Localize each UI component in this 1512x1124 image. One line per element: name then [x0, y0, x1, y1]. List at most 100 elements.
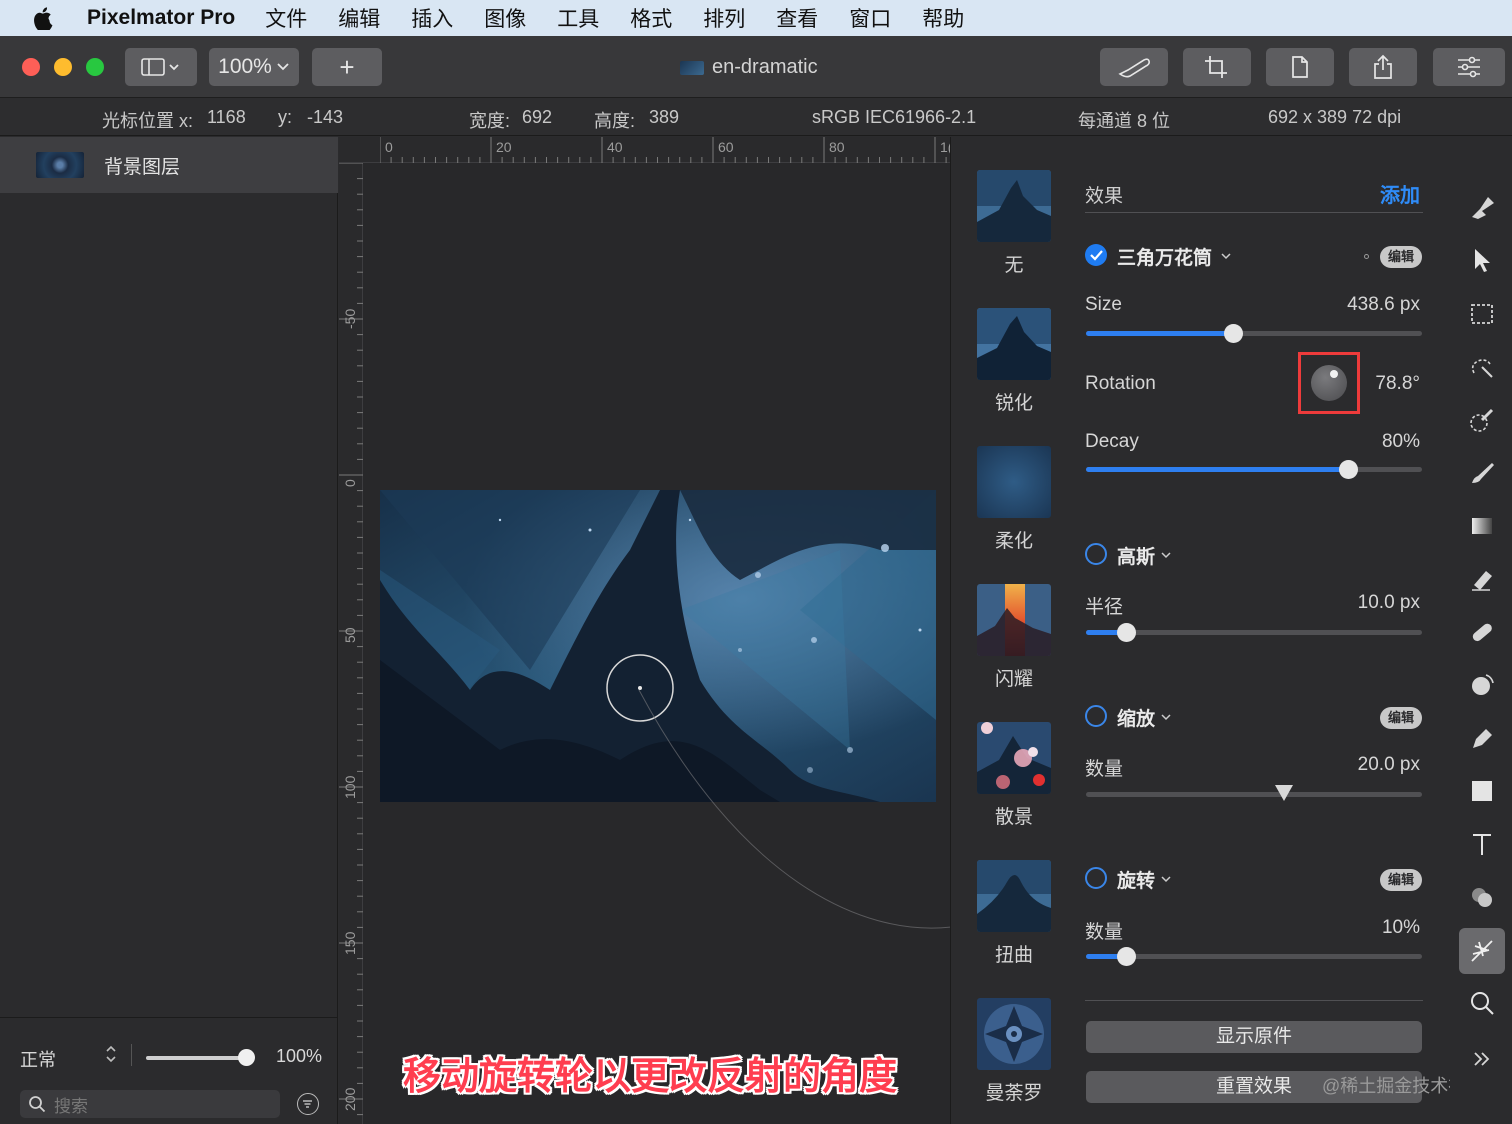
zoom-blur-name[interactable]: 缩放 [1117, 704, 1155, 731]
opacity-slider[interactable] [146, 1056, 246, 1060]
crop-button[interactable] [1183, 48, 1251, 86]
menu-tools[interactable]: 工具 [557, 3, 599, 33]
radius-slider-knob[interactable] [1116, 623, 1136, 642]
magic-wand-tool-icon[interactable] [1462, 347, 1502, 387]
rotation-dial[interactable] [1311, 365, 1347, 401]
crop-icon [1205, 56, 1227, 78]
menu-insert[interactable]: 插入 [411, 3, 453, 33]
more-tools-icon[interactable] [1462, 1039, 1502, 1079]
blend-mode-select[interactable]: 正常 [20, 1046, 56, 1072]
radius-slider[interactable] [1086, 623, 1422, 642]
gradient-tool-icon[interactable] [1462, 506, 1502, 546]
arrange-tool-icon[interactable] [1462, 240, 1502, 280]
preset-sharpen[interactable]: 锐化 [977, 308, 1051, 415]
spin-amount-value: 10% [1381, 917, 1420, 938]
kaleidoscope-checkbox[interactable] [1085, 244, 1107, 266]
checkmark-icon [1090, 250, 1103, 261]
zoom-window-button[interactable] [86, 58, 104, 76]
zoom-blur-checkbox[interactable] [1085, 705, 1107, 727]
gaussian-checkbox[interactable] [1085, 543, 1107, 565]
spin-blur-name[interactable]: 旋转 [1117, 866, 1155, 893]
info-bar: 光标位置 x: 1168 y: -143 宽度: 692 高度: 389 sRG… [0, 98, 1512, 136]
decay-label: Decay [1085, 431, 1139, 452]
color-picker-tool-icon[interactable] [1462, 400, 1502, 440]
document-button[interactable] [1266, 48, 1334, 86]
search-placeholder: 搜索 [54, 1096, 88, 1116]
menu-arrange[interactable]: 排列 [703, 3, 745, 33]
preset-label: 柔化 [994, 531, 1033, 552]
selection-tool-icon[interactable] [1462, 294, 1502, 334]
layer-row[interactable]: 背景图层 [0, 137, 338, 193]
eraser-tool-icon[interactable] [1462, 559, 1502, 599]
preset-none[interactable]: 无 [977, 170, 1051, 277]
document-image[interactable] [380, 490, 936, 802]
decay-slider[interactable] [1086, 460, 1422, 479]
size-slider-knob[interactable] [1224, 324, 1244, 343]
paint-brush-tool-icon[interactable] [1462, 453, 1502, 493]
menu-view[interactable]: 查看 [776, 3, 818, 33]
layer-search-input[interactable]: 搜索 [20, 1090, 280, 1118]
chevron-down-icon[interactable] [1160, 551, 1172, 559]
close-window-button[interactable] [22, 58, 40, 76]
zoom-amount-label: 数量 [1085, 759, 1124, 780]
effects-tool-icon[interactable] [1459, 928, 1505, 974]
menu-edit[interactable]: 编辑 [338, 3, 380, 33]
zoom-tool-icon[interactable] [1462, 983, 1502, 1023]
decay-slider-knob[interactable] [1338, 460, 1358, 479]
chevron-down-icon[interactable] [1160, 875, 1172, 883]
shape-tool-icon[interactable] [1462, 771, 1502, 811]
edit-badge[interactable]: 编辑 [1380, 869, 1423, 891]
preset-bokeh[interactable]: 散景 [977, 722, 1051, 829]
preset-mandala[interactable]: 曼荼罗 [977, 998, 1051, 1105]
edit-badge[interactable]: 编辑 [1380, 707, 1423, 729]
preset-distort[interactable]: 扭曲 [977, 860, 1051, 967]
cursor-x-value: 1168 [207, 107, 246, 127]
adjustments-button[interactable] [1433, 48, 1505, 86]
preset-glow[interactable]: 闪耀 [977, 584, 1051, 691]
spin-amount-slider[interactable] [1086, 947, 1422, 966]
menu-image[interactable]: 图像 [484, 3, 526, 33]
edit-badge[interactable]: 编辑 [1380, 246, 1423, 268]
sidebar-toggle-button[interactable] [125, 48, 197, 86]
gaussian-name[interactable]: 高斯 [1117, 542, 1155, 569]
preset-soften[interactable]: 柔化 [977, 446, 1051, 553]
type-tool-icon[interactable] [1462, 824, 1502, 864]
zoom-dropdown[interactable]: 100% [209, 48, 299, 86]
up-down-chevron-icon[interactable] [104, 1044, 118, 1069]
minimize-window-button[interactable] [54, 58, 72, 76]
spin-blur-checkbox[interactable] [1085, 867, 1107, 889]
share-button[interactable] [1349, 48, 1417, 86]
pen-tool-icon[interactable] [1462, 718, 1502, 758]
filter-icon[interactable] [297, 1093, 319, 1115]
menu-format[interactable]: 格式 [630, 3, 672, 33]
add-effect-button[interactable]: 添加 [1380, 179, 1420, 208]
preset-thumbnail [977, 170, 1051, 242]
cursor-y-label: y: [278, 107, 293, 127]
size-slider[interactable] [1086, 324, 1422, 343]
repair-tool-icon[interactable] [1462, 612, 1502, 652]
spin-amount-slider-knob[interactable] [1116, 947, 1136, 966]
show-original-button[interactable]: 显示原件 [1086, 1021, 1422, 1053]
layer-thumbnail [36, 152, 84, 178]
zoom-amount-slider-knob[interactable] [1275, 785, 1294, 801]
app-name-menu[interactable]: Pixelmator Pro [87, 6, 235, 30]
apple-icon[interactable] [34, 6, 54, 30]
menu-help[interactable]: 帮助 [922, 3, 964, 33]
chevron-down-icon[interactable] [1220, 252, 1232, 260]
chevron-down-icon[interactable] [1160, 713, 1172, 721]
kaleidoscope-name[interactable]: 三角万花筒 [1117, 243, 1212, 270]
distort-tool-icon[interactable] [1462, 665, 1502, 705]
menu-file[interactable]: 文件 [265, 3, 307, 33]
color-adjust-tool-icon[interactable] [1462, 877, 1502, 917]
canvas-area[interactable]: 0 20 40 60 80 1( -50 0 50 100 150 200 [339, 137, 951, 1124]
style-tool-icon[interactable] [1462, 187, 1502, 227]
format-brush-button[interactable] [1100, 48, 1168, 86]
ruler-label: 1( [940, 139, 950, 155]
zoom-amount-slider[interactable] [1086, 785, 1422, 801]
image-dimensions: 692 x 389 72 dpi [1268, 107, 1402, 127]
menu-window[interactable]: 窗口 [849, 3, 891, 33]
add-button[interactable]: + [312, 48, 382, 86]
opacity-slider-knob[interactable] [238, 1049, 255, 1066]
zoom-amount-value: 20.0 px [1357, 754, 1420, 775]
plus-icon: + [339, 51, 355, 82]
